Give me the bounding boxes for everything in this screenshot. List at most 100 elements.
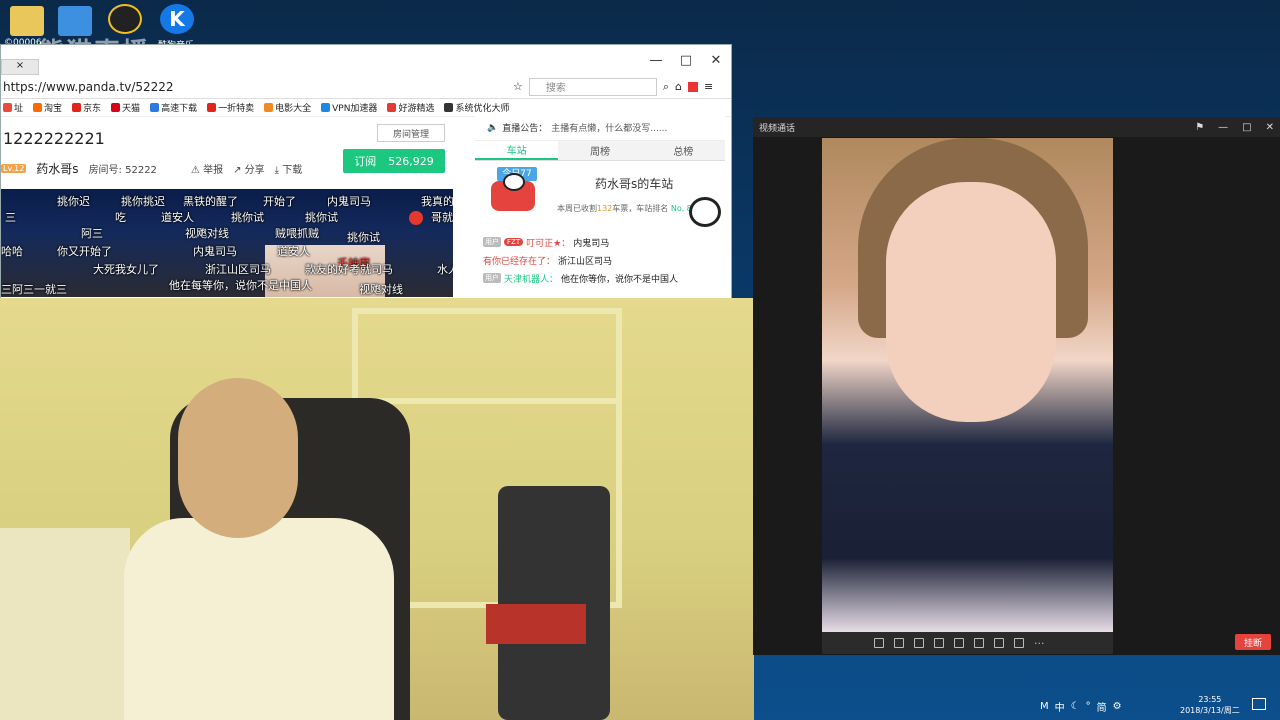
tray-item[interactable]: M	[1040, 701, 1049, 712]
tray-item[interactable]: ☾	[1071, 701, 1080, 712]
pin-icon[interactable]: ⚑	[1195, 122, 1204, 133]
extension-icon[interactable]	[688, 81, 699, 92]
screenshot-icon[interactable]	[954, 638, 964, 648]
edit-icon[interactable]	[1014, 638, 1024, 648]
danmaku-comment: 阿三	[81, 227, 103, 240]
chat-icon[interactable]	[874, 638, 884, 648]
tab-close[interactable]: ×	[1, 59, 39, 75]
tray-item[interactable]: 中	[1055, 699, 1065, 714]
maximize-button[interactable]: □	[671, 53, 701, 68]
close-button[interactable]: ✕	[701, 53, 731, 68]
tab-total[interactable]: 总榜	[642, 141, 725, 160]
notification-icon[interactable]	[1252, 698, 1266, 710]
minimize-button[interactable]: —	[1218, 122, 1228, 133]
close-button[interactable]: ✕	[1266, 122, 1274, 133]
room-manage-button[interactable]: 房间管理	[377, 124, 445, 142]
kugou-icon[interactable]: K	[160, 4, 194, 34]
bookmark-icon	[150, 103, 160, 112]
minimize-button[interactable]: —	[641, 53, 671, 68]
hangup-button[interactable]: 挂断	[1235, 634, 1271, 650]
tray-item[interactable]: °	[1086, 701, 1091, 712]
chat-message: 用户 天津机器人： 他在你等你，说你不是中国人	[483, 269, 717, 287]
danmaku-comment: 挑你试	[231, 211, 264, 224]
danmaku-comment: 黑铁的醒了	[183, 195, 238, 208]
more-icon[interactable]: ···	[1034, 637, 1045, 650]
station-count: 132	[597, 204, 613, 213]
bookmark-item[interactable]: 址	[3, 101, 23, 114]
bookmark-label: 电影大全	[275, 104, 312, 114]
stream-video[interactable]: 挑你迟 挑你挑迟 黑铁的醒了 开始了 内鬼司马 我真的三吃道安人 挑你试 挑你试 哥就 阿三 视飑对…	[1, 189, 453, 297]
layout-icon[interactable]	[994, 638, 1004, 648]
remote-video	[822, 138, 1113, 632]
room-panel: 1222222221 房间管理 Lv.12 药水哥s 房间号: 52222 ⚠ …	[1, 121, 453, 299]
tray-item[interactable]: 简	[1097, 699, 1107, 714]
camera-icon[interactable]	[934, 638, 944, 648]
game-icon[interactable]	[108, 4, 142, 34]
home-icon[interactable]: ⌂	[675, 80, 682, 93]
bookmark-item[interactable]: 系统优化大师	[444, 101, 509, 114]
danmaku-comment: 哥就	[431, 211, 453, 224]
bookmark-item[interactable]: 电影大全	[264, 101, 311, 114]
danmaku-comment: 道安人	[277, 245, 310, 258]
user-badge: 用户	[483, 237, 501, 247]
bookmark-label: 系统优化大师	[455, 104, 510, 114]
chat-nick[interactable]: 叮可正★：	[526, 236, 570, 249]
bookmark-icon	[33, 103, 43, 112]
bookmark-item[interactable]: 淘宝	[33, 101, 62, 114]
danmaku-comment: 他在每等你，说你不是中国人	[169, 279, 312, 292]
danmaku-comment: 视飑对线	[185, 227, 229, 240]
speaker-icon[interactable]	[914, 638, 924, 648]
danmaku-comment: 开始了	[263, 195, 296, 208]
danmaku-comment: 挑你试	[347, 231, 380, 244]
bookmark-label: 高速下载	[161, 104, 198, 114]
share-label: 分享	[244, 164, 265, 176]
chat-message: 有你已经存在了： 浙江山区司马	[483, 251, 717, 269]
report-button[interactable]: ⚠ 举报	[191, 161, 223, 176]
browser-titlebar: — □ ✕	[1, 45, 731, 75]
bookmark-item[interactable]: 天猫	[111, 101, 140, 114]
tab-station[interactable]: 车站	[475, 141, 559, 160]
share-button[interactable]: ↗ 分享	[233, 161, 265, 176]
bookmark-item[interactable]: 好游精选	[387, 101, 434, 114]
bookmark-label: 好游精选	[398, 104, 435, 114]
chat-nick[interactable]: 天津机器人：	[504, 272, 558, 285]
search-icon[interactable]: ⌕	[663, 80, 669, 94]
record-icon[interactable]	[974, 638, 984, 648]
danmaku-comment: 我真的	[421, 195, 453, 208]
car-icon	[491, 173, 535, 211]
chat-messages: 用户 FZT 叮可正★： 内鬼司马 有你已经存在了： 浙江山区司马 用户 天津机…	[475, 233, 725, 287]
level-badge: Lv.12	[1, 163, 27, 173]
tab-weekly[interactable]: 周榜	[558, 141, 641, 160]
tray-item[interactable]: ⚙	[1113, 701, 1122, 712]
clock-date: 2018/3/13/周二	[1180, 706, 1240, 715]
host-name[interactable]: 药水哥s	[36, 160, 78, 177]
bookmark-item[interactable]: 高速下载	[150, 101, 197, 114]
chat-nick[interactable]: 有你已经存在了：	[483, 254, 555, 267]
bookmark-item[interactable]: 一折特卖	[207, 101, 254, 114]
bookmark-label: 淘宝	[44, 104, 63, 114]
danmaku-comment: 款友的好考就司马	[305, 263, 393, 276]
maximize-button[interactable]: □	[1242, 122, 1251, 133]
star-icon[interactable]: ☆	[513, 80, 523, 93]
subscribe-button[interactable]: 订阅 526,929	[343, 149, 445, 173]
station-name: 药水哥s的车站	[595, 177, 674, 191]
microphone-icon[interactable]	[894, 638, 904, 648]
record-icon[interactable]	[409, 211, 423, 225]
url-input[interactable]: https://www.panda.tv/52222	[3, 80, 513, 94]
bookmark-item[interactable]: VPN加速器	[321, 101, 377, 114]
browser-window: × — □ ✕ https://www.panda.tv/52222 ☆ 搜索 …	[0, 44, 732, 300]
bookmark-icon	[72, 103, 82, 112]
streamer-shirt	[124, 518, 394, 720]
search-input[interactable]: 搜索	[528, 77, 657, 96]
menu-icon[interactable]: ≡	[704, 80, 713, 93]
radiator	[0, 528, 130, 720]
video-call-titlebar: 视频通话 ⚑ — □ ✕	[753, 117, 1280, 137]
bookmark-icon	[3, 103, 12, 112]
remote-face	[886, 182, 1056, 422]
red-box	[486, 604, 586, 644]
clock-time: 23:55	[1198, 695, 1222, 704]
download-button[interactable]: ⤓ 下载	[275, 161, 303, 176]
bookmark-item[interactable]: 京东	[72, 101, 101, 114]
danmaku-comment: 内鬼司马	[193, 245, 237, 258]
clock[interactable]: 23:55 2018/3/13/周二	[1180, 694, 1240, 716]
